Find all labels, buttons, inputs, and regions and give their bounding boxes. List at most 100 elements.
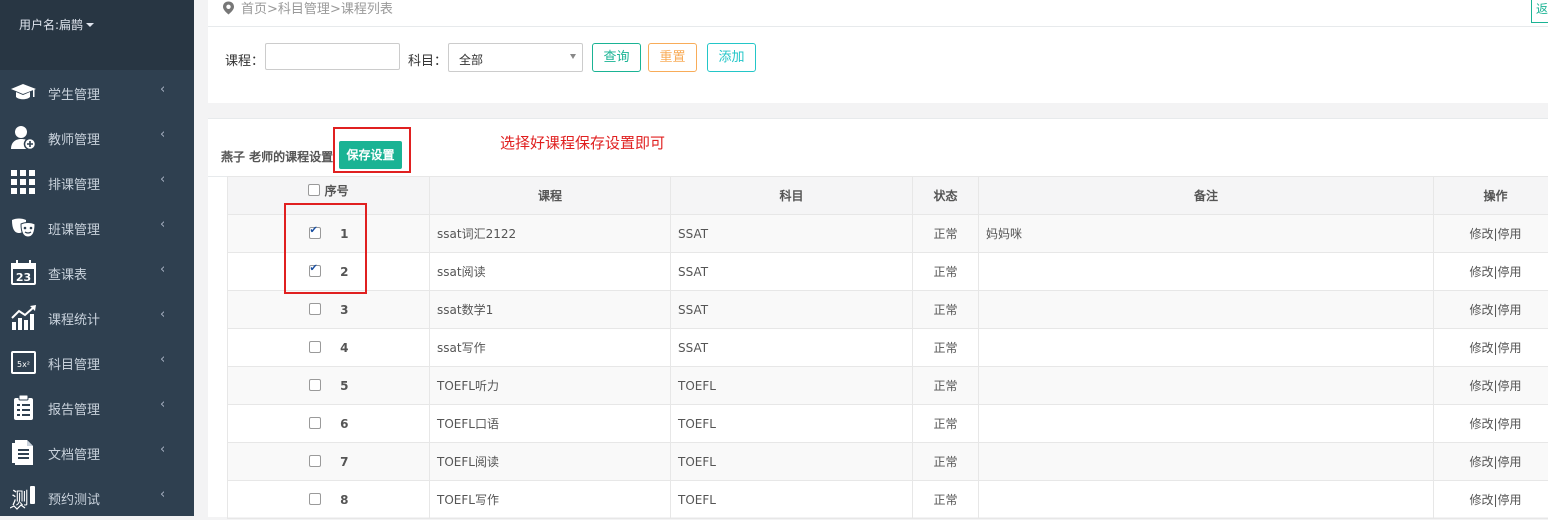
breadcrumb: 首页>科目管理>课程列表 <box>222 0 393 17</box>
row-checkbox[interactable] <box>309 341 321 353</box>
sidebar-item-schedule[interactable]: 排课管理 ‹ <box>0 160 194 205</box>
sidebar-item-class[interactable]: 班课管理 ‹ <box>0 205 194 250</box>
theater-masks-icon <box>10 214 37 241</box>
chevron-left-icon: ‹ <box>160 262 165 277</box>
column-header-status: 状态 <box>913 177 979 215</box>
table-row: 2 ssat阅读 SSAT 正常 修改|停用 <box>228 253 1548 291</box>
row-checkbox[interactable] <box>309 417 321 429</box>
sidebar-item-student[interactable]: 学生管理 ‹ <box>0 70 194 115</box>
row-index-cell: 6 <box>228 405 430 443</box>
edit-link[interactable]: 修改 <box>1469 265 1493 279</box>
sidebar-item-booking-test[interactable]: 测 预约测试 ‹ <box>0 475 194 520</box>
row-subject: SSAT <box>671 329 913 367</box>
column-header-index-label: 序号 <box>325 184 349 198</box>
row-subject: SSAT <box>671 253 913 291</box>
row-course: TOEFL阅读 <box>430 443 671 481</box>
row-checkbox[interactable] <box>309 379 321 391</box>
row-checkbox[interactable] <box>309 493 321 505</box>
row-status: 正常 <box>913 291 979 329</box>
row-index-cell: 8 <box>228 481 430 519</box>
return-button[interactable]: 返 <box>1531 0 1548 23</box>
row-course: TOEFL写作 <box>430 481 671 519</box>
sidebar-item-timetable[interactable]: 23 查课表 ‹ <box>0 250 194 295</box>
sidebar-item-course-stats[interactable]: 课程统计 ‹ <box>0 295 194 340</box>
disable-link[interactable]: 停用 <box>1498 417 1522 431</box>
bar-chart-trend-icon <box>10 304 37 331</box>
chevron-left-icon: ‹ <box>160 82 165 97</box>
row-index: 3 <box>321 303 349 317</box>
edit-link[interactable]: 修改 <box>1469 379 1493 393</box>
row-index: 5 <box>321 379 349 393</box>
breadcrumb-subject-link[interactable]: 科目管理 <box>278 2 330 17</box>
row-ops: 修改|停用 <box>1434 215 1548 253</box>
table-row: 5 TOEFL听力 TOEFL 正常 修改|停用 <box>228 367 1548 405</box>
disable-link[interactable]: 停用 <box>1498 455 1522 469</box>
grid-icon <box>10 169 37 196</box>
panel-title: 燕子 老师的课程设置 <box>221 148 333 165</box>
row-status: 正常 <box>913 329 979 367</box>
row-status: 正常 <box>913 481 979 519</box>
disable-link[interactable]: 停用 <box>1498 227 1522 241</box>
row-ops: 修改|停用 <box>1434 291 1548 329</box>
sidebar-item-label: 课程统计 <box>48 309 100 328</box>
breadcrumb-home-link[interactable]: 首页 <box>241 2 267 17</box>
add-button[interactable]: 添加 <box>707 43 756 72</box>
row-checkbox[interactable] <box>309 303 321 315</box>
column-header-course: 课程 <box>430 177 671 215</box>
calendar-23-icon: 23 <box>10 259 37 286</box>
row-course: TOEFL听力 <box>430 367 671 405</box>
row-ops: 修改|停用 <box>1434 367 1548 405</box>
row-subject: SSAT <box>671 215 913 253</box>
sidebar-item-label: 教师管理 <box>48 129 100 148</box>
location-pin-icon <box>222 1 235 15</box>
chevron-left-icon: ‹ <box>160 442 165 457</box>
course-table: 序号 课程 科目 状态 备注 操作 1 ssat词汇2122 SSAT 正常 妈… <box>227 176 1548 519</box>
course-label: 课程： <box>225 50 264 69</box>
breadcrumb-separator: > <box>267 2 278 17</box>
edit-link[interactable]: 修改 <box>1469 417 1493 431</box>
sidebar-item-teacher[interactable]: 教师管理 ‹ <box>0 115 194 160</box>
edit-link[interactable]: 修改 <box>1469 493 1493 507</box>
edit-link[interactable]: 修改 <box>1469 341 1493 355</box>
course-search-input[interactable] <box>265 43 400 70</box>
test-icon: 测 <box>10 484 37 511</box>
disable-link[interactable]: 停用 <box>1498 303 1522 317</box>
edit-link[interactable]: 修改 <box>1469 303 1493 317</box>
edit-link[interactable]: 修改 <box>1469 455 1493 469</box>
disable-link[interactable]: 停用 <box>1498 493 1522 507</box>
row-status: 正常 <box>913 405 979 443</box>
row-index-cell: 5 <box>228 367 430 405</box>
user-name-dropdown[interactable]: 用户名:扁鹊 <box>19 16 94 33</box>
query-button[interactable]: 查询 <box>592 43 641 72</box>
subject-select[interactable]: 全部 <box>448 43 583 72</box>
reset-button[interactable]: 重置 <box>648 43 697 72</box>
sidebar-item-document[interactable]: 文档管理 ‹ <box>0 430 194 475</box>
row-status: 正常 <box>913 367 979 405</box>
row-subject: TOEFL <box>671 443 913 481</box>
svg-text:5x²: 5x² <box>17 360 30 369</box>
select-all-checkbox[interactable] <box>308 184 320 196</box>
row-status: 正常 <box>913 443 979 481</box>
row-index-cell: 7 <box>228 443 430 481</box>
disable-link[interactable]: 停用 <box>1498 341 1522 355</box>
subject-select-value: 全部 <box>459 51 483 68</box>
row-index: 4 <box>321 341 349 355</box>
edit-link[interactable]: 修改 <box>1469 227 1493 241</box>
sidebar-item-report[interactable]: 报告管理 ‹ <box>0 385 194 430</box>
row-course: ssat数学1 <box>430 291 671 329</box>
sidebar-item-subject[interactable]: 5x² 科目管理 ‹ <box>0 340 194 385</box>
sidebar-item-label: 学生管理 <box>48 84 100 103</box>
document-icon <box>10 439 37 466</box>
course-settings-panel: 燕子 老师的课程设置 保存设置 选择好课程保存设置即可 序号 课程 科目 状态 … <box>208 118 1548 517</box>
row-note <box>979 367 1434 405</box>
disable-link[interactable]: 停用 <box>1498 265 1522 279</box>
search-panel: 课程： 科目： 全部 查询 重置 添加 <box>208 27 1548 103</box>
row-status: 正常 <box>913 215 979 253</box>
row-note: 妈妈咪 <box>979 215 1434 253</box>
row-index: 7 <box>321 455 349 469</box>
column-header-note: 备注 <box>979 177 1434 215</box>
disable-link[interactable]: 停用 <box>1498 379 1522 393</box>
row-course: ssat写作 <box>430 329 671 367</box>
row-checkbox[interactable] <box>309 455 321 467</box>
row-course: ssat词汇2122 <box>430 215 671 253</box>
